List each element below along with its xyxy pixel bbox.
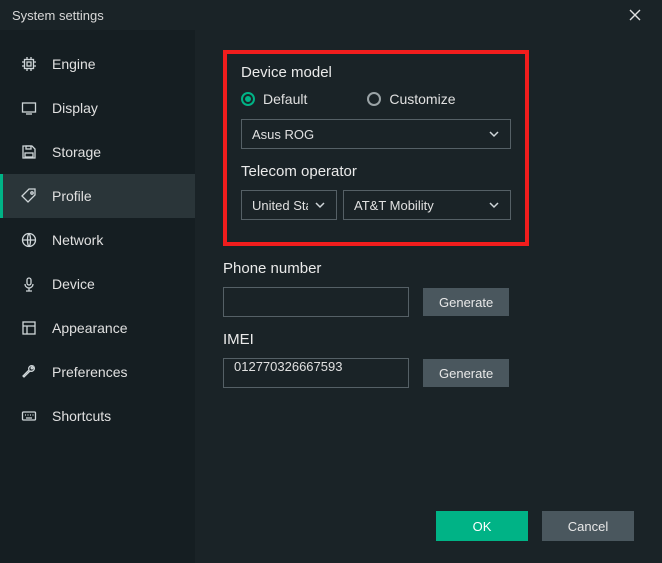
save-icon [20, 143, 38, 161]
phone-heading: Phone number [223, 260, 634, 277]
keyboard-icon [20, 407, 38, 425]
input-value: 012770326667593 [234, 359, 342, 374]
mic-icon [20, 275, 38, 293]
globe-icon [20, 231, 38, 249]
window-title: System settings [12, 8, 104, 23]
cancel-button[interactable]: Cancel [542, 511, 634, 541]
footer-buttons: OK Cancel [436, 511, 634, 541]
sidebar-item-label: Network [52, 232, 103, 248]
close-button[interactable] [620, 0, 650, 30]
cpu-icon [20, 55, 38, 73]
chevron-down-icon [314, 199, 326, 211]
select-value: United States [252, 198, 308, 213]
close-icon [629, 9, 641, 21]
sidebar-item-appearance[interactable]: Appearance [0, 306, 195, 350]
phone-section: Phone number Generate [223, 260, 634, 317]
titlebar: System settings [0, 0, 662, 30]
sidebar-item-label: Display [52, 100, 98, 116]
sidebar-item-preferences[interactable]: Preferences [0, 350, 195, 394]
ok-button[interactable]: OK [436, 511, 528, 541]
sidebar-item-label: Device [52, 276, 95, 292]
imei-section: IMEI 012770326667593 Generate [223, 331, 634, 388]
chevron-down-icon [488, 128, 500, 140]
content-pane: Device model Default Customize Asus ROG [195, 30, 662, 563]
display-icon [20, 99, 38, 117]
sidebar-item-label: Shortcuts [52, 408, 111, 424]
country-select[interactable]: United States [241, 190, 337, 220]
radio-customize[interactable]: Customize [367, 91, 455, 107]
settings-window: System settings Engine Display [0, 0, 662, 563]
sidebar-item-profile[interactable]: Profile [0, 174, 195, 218]
sidebar: Engine Display Storage Profile [0, 30, 195, 563]
radio-label: Default [263, 91, 307, 107]
sidebar-item-label: Preferences [52, 364, 127, 380]
radio-label: Customize [389, 91, 455, 107]
sidebar-item-display[interactable]: Display [0, 86, 195, 130]
sidebar-item-label: Storage [52, 144, 101, 160]
select-value: Asus ROG [252, 127, 314, 142]
device-model-heading: Device model [241, 64, 511, 81]
sidebar-item-network[interactable]: Network [0, 218, 195, 262]
phone-input[interactable] [223, 287, 409, 317]
imei-heading: IMEI [223, 331, 634, 348]
generate-imei-button[interactable]: Generate [423, 359, 509, 387]
telecom-select-row: United States AT&T Mobility [241, 190, 511, 220]
telecom-heading: Telecom operator [241, 163, 511, 180]
sidebar-item-label: Appearance [52, 320, 128, 336]
sidebar-item-label: Profile [52, 188, 92, 204]
sidebar-item-storage[interactable]: Storage [0, 130, 195, 174]
radio-dot-icon [241, 92, 255, 106]
device-model-section: Device model Default Customize Asus ROG [241, 64, 511, 149]
tag-icon [20, 187, 38, 205]
chevron-down-icon [488, 199, 500, 211]
highlighted-area: Device model Default Customize Asus ROG [223, 50, 529, 246]
radio-dot-icon [367, 92, 381, 106]
operator-select[interactable]: AT&T Mobility [343, 190, 511, 220]
select-value: AT&T Mobility [354, 198, 434, 213]
sidebar-item-shortcuts[interactable]: Shortcuts [0, 394, 195, 438]
wrench-icon [20, 363, 38, 381]
sidebar-item-engine[interactable]: Engine [0, 42, 195, 86]
sidebar-item-device[interactable]: Device [0, 262, 195, 306]
radio-default[interactable]: Default [241, 91, 307, 107]
generate-phone-button[interactable]: Generate [423, 288, 509, 316]
layout-icon [20, 319, 38, 337]
telecom-section: Telecom operator United States AT&T Mobi… [241, 163, 511, 220]
window-body: Engine Display Storage Profile [0, 30, 662, 563]
device-model-radio-group: Default Customize [241, 91, 511, 107]
device-model-select[interactable]: Asus ROG [241, 119, 511, 149]
imei-input[interactable]: 012770326667593 [223, 358, 409, 388]
sidebar-item-label: Engine [52, 56, 96, 72]
